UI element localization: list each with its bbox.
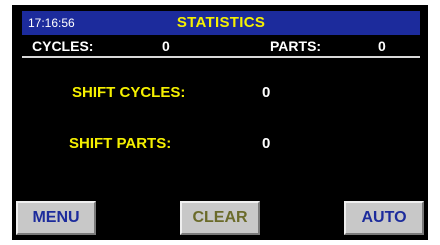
totals-row: CYCLES: 0 PARTS: 0 bbox=[22, 36, 420, 58]
clear-button[interactable]: CLEAR bbox=[180, 201, 260, 235]
cycles-label: CYCLES: bbox=[32, 38, 94, 54]
parts-value: 0 bbox=[378, 38, 386, 54]
shift-parts-label: SHIFT PARTS: bbox=[69, 135, 172, 152]
title-bar: 17:16:56 STATISTICS bbox=[22, 11, 420, 35]
shift-cycles-label: SHIFT CYCLES: bbox=[72, 84, 186, 101]
page-title: STATISTICS bbox=[176, 14, 266, 31]
auto-button[interactable]: AUTO bbox=[344, 201, 424, 235]
shift-parts-value: 0 bbox=[262, 135, 271, 152]
shift-cycles-value: 0 bbox=[262, 84, 271, 101]
menu-button[interactable]: MENU bbox=[16, 201, 96, 235]
cycles-value: 0 bbox=[162, 38, 170, 54]
hmi-screen: 17:16:56 STATISTICS CYCLES: 0 PARTS: 0 S… bbox=[12, 5, 428, 240]
parts-label: PARTS: bbox=[270, 38, 322, 54]
